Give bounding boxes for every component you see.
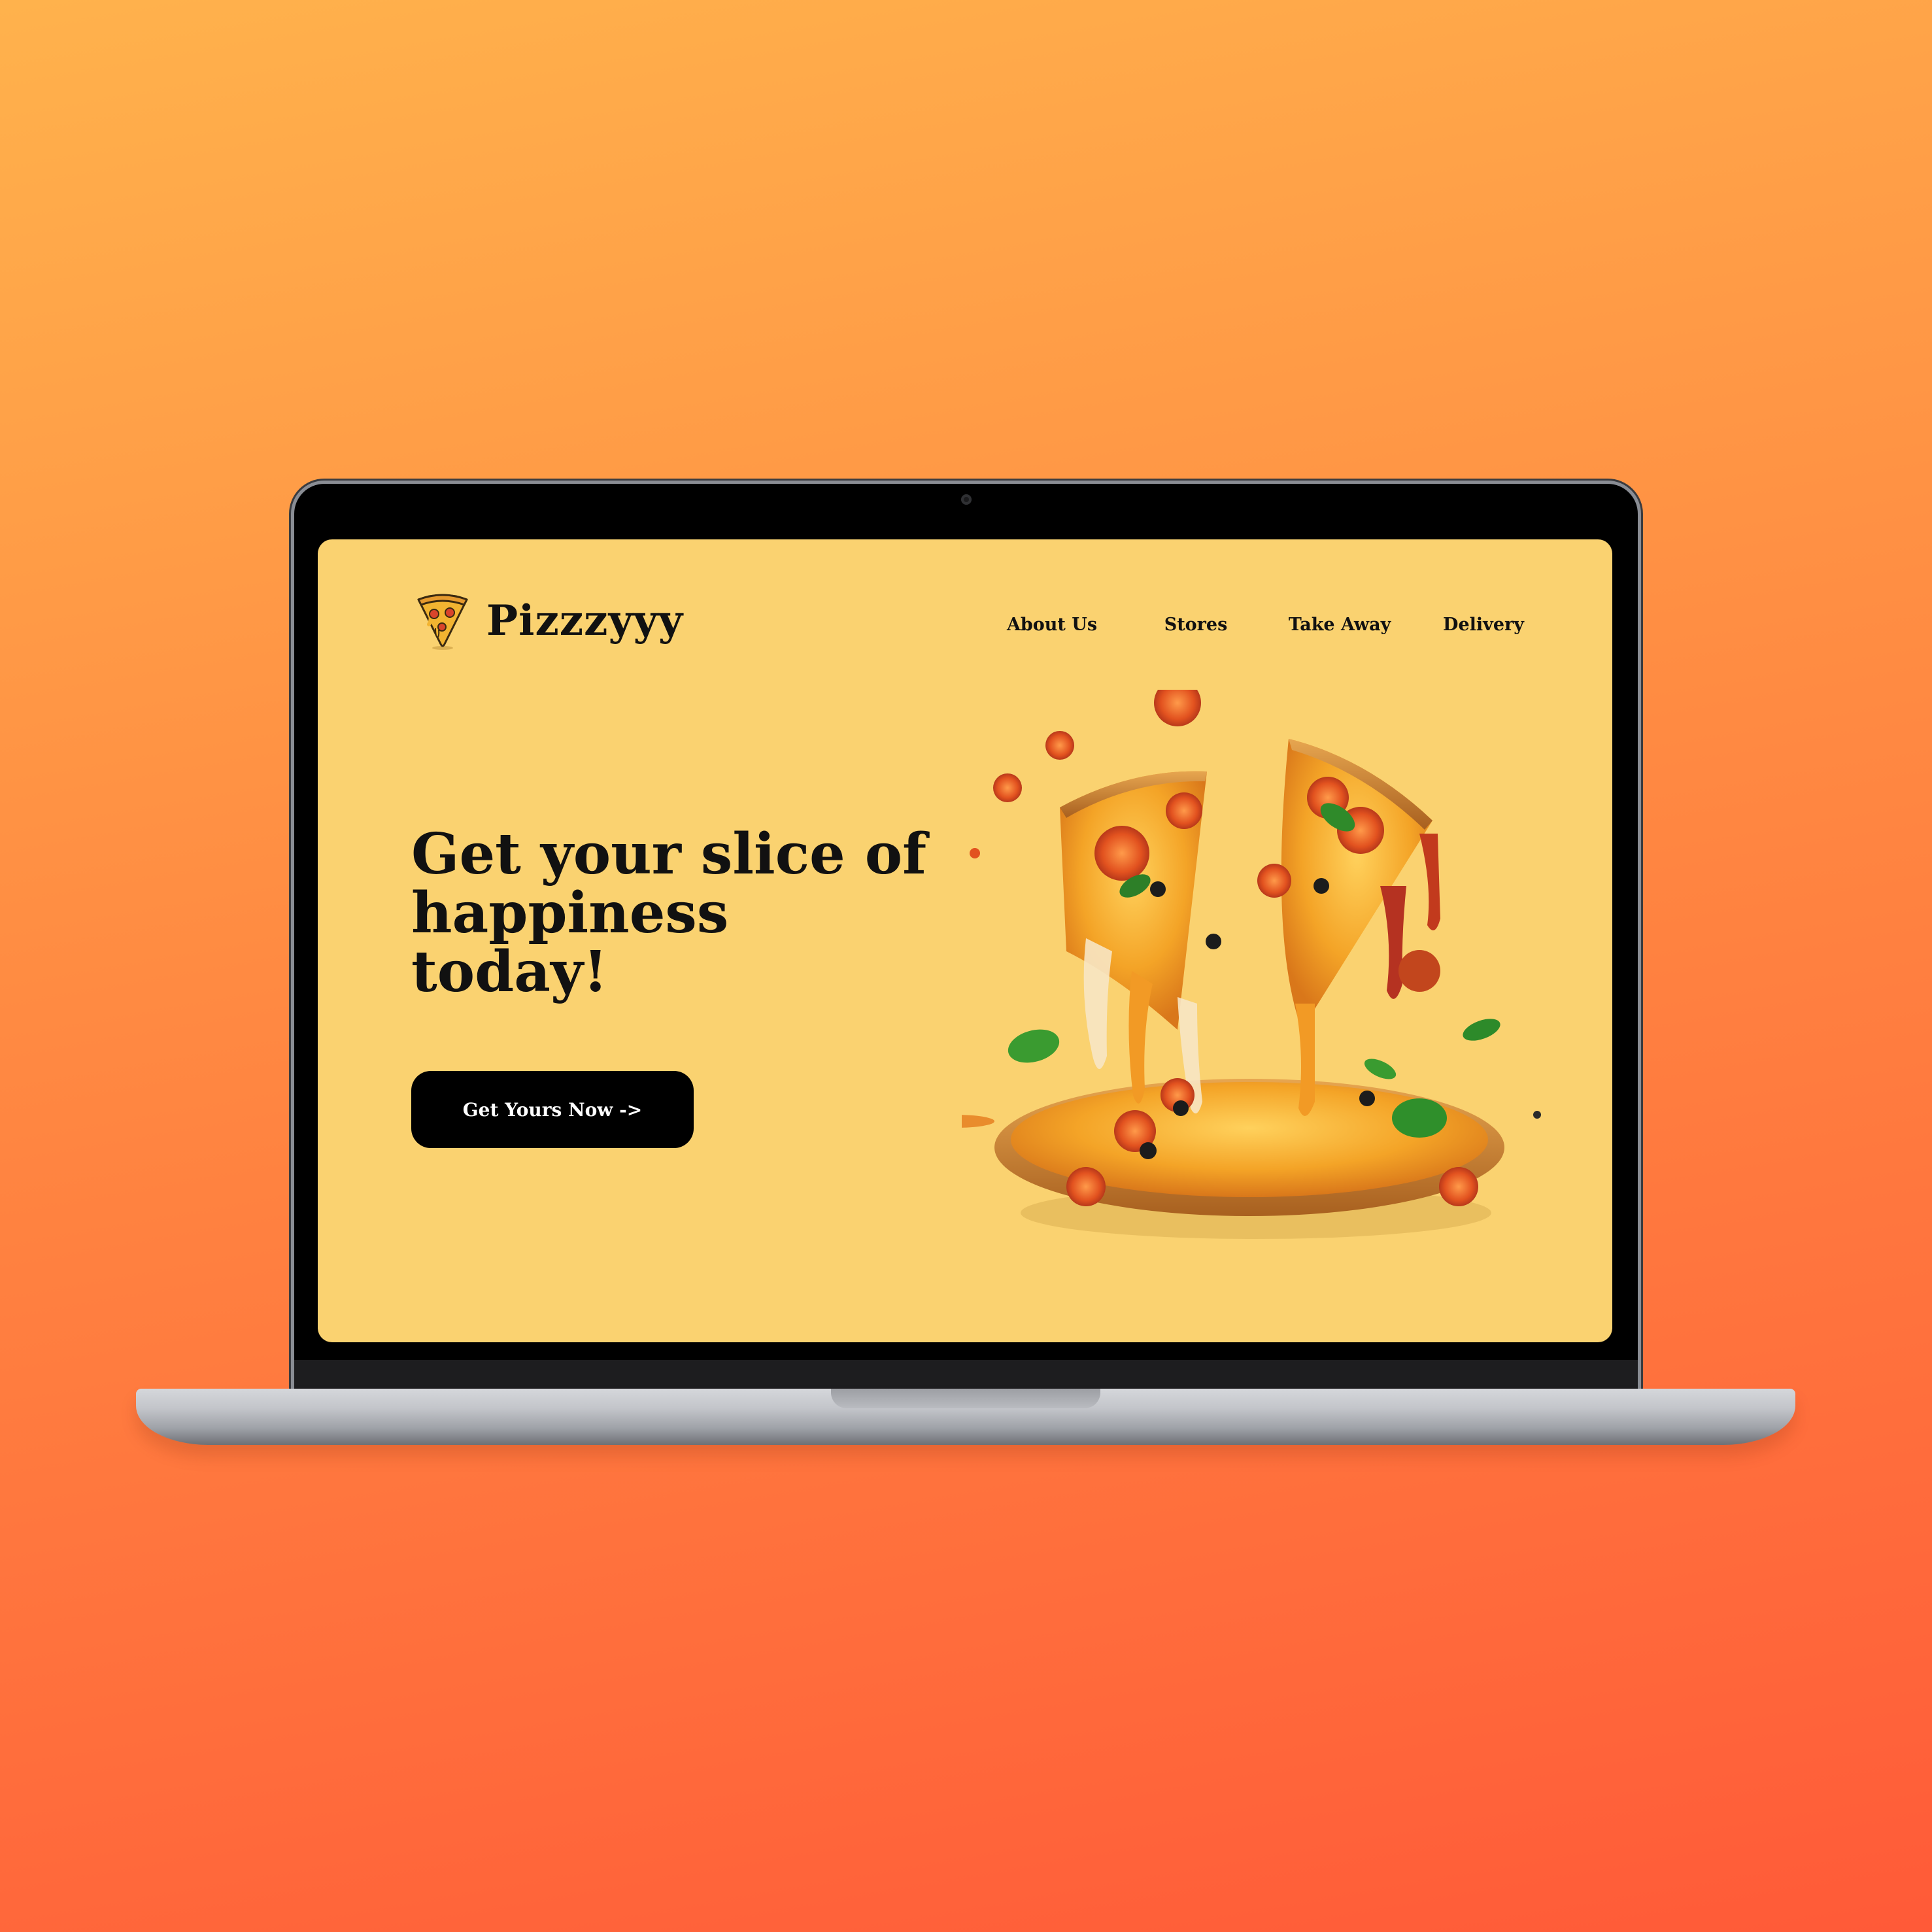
website-screen: Pizzzyyy About Us Stores Take Away Deliv… bbox=[318, 539, 1612, 1342]
nav-link-about-us[interactable]: About Us bbox=[1007, 615, 1097, 635]
laptop-opening-notch bbox=[831, 1389, 1100, 1408]
laptop-bezel-chin bbox=[294, 1360, 1638, 1389]
webcam-icon bbox=[960, 494, 972, 505]
hero-headline: Get your slice of happiness today! bbox=[411, 825, 934, 1002]
main-navigation: About Us Stores Take Away Delivery bbox=[318, 615, 1612, 641]
melting-pizza-image bbox=[962, 690, 1541, 1239]
hero-headline-line-3: today! bbox=[411, 939, 608, 1005]
hero-headline-line-2: happiness bbox=[411, 880, 729, 946]
hero-headline-line-1: Get your slice of bbox=[411, 821, 927, 887]
nav-link-stores[interactable]: Stores bbox=[1164, 615, 1228, 635]
nav-link-delivery[interactable]: Delivery bbox=[1443, 615, 1524, 635]
nav-link-take-away[interactable]: Take Away bbox=[1289, 615, 1391, 635]
get-yours-now-button[interactable]: Get Yours Now -> bbox=[411, 1071, 694, 1148]
laptop-base bbox=[136, 1389, 1795, 1445]
